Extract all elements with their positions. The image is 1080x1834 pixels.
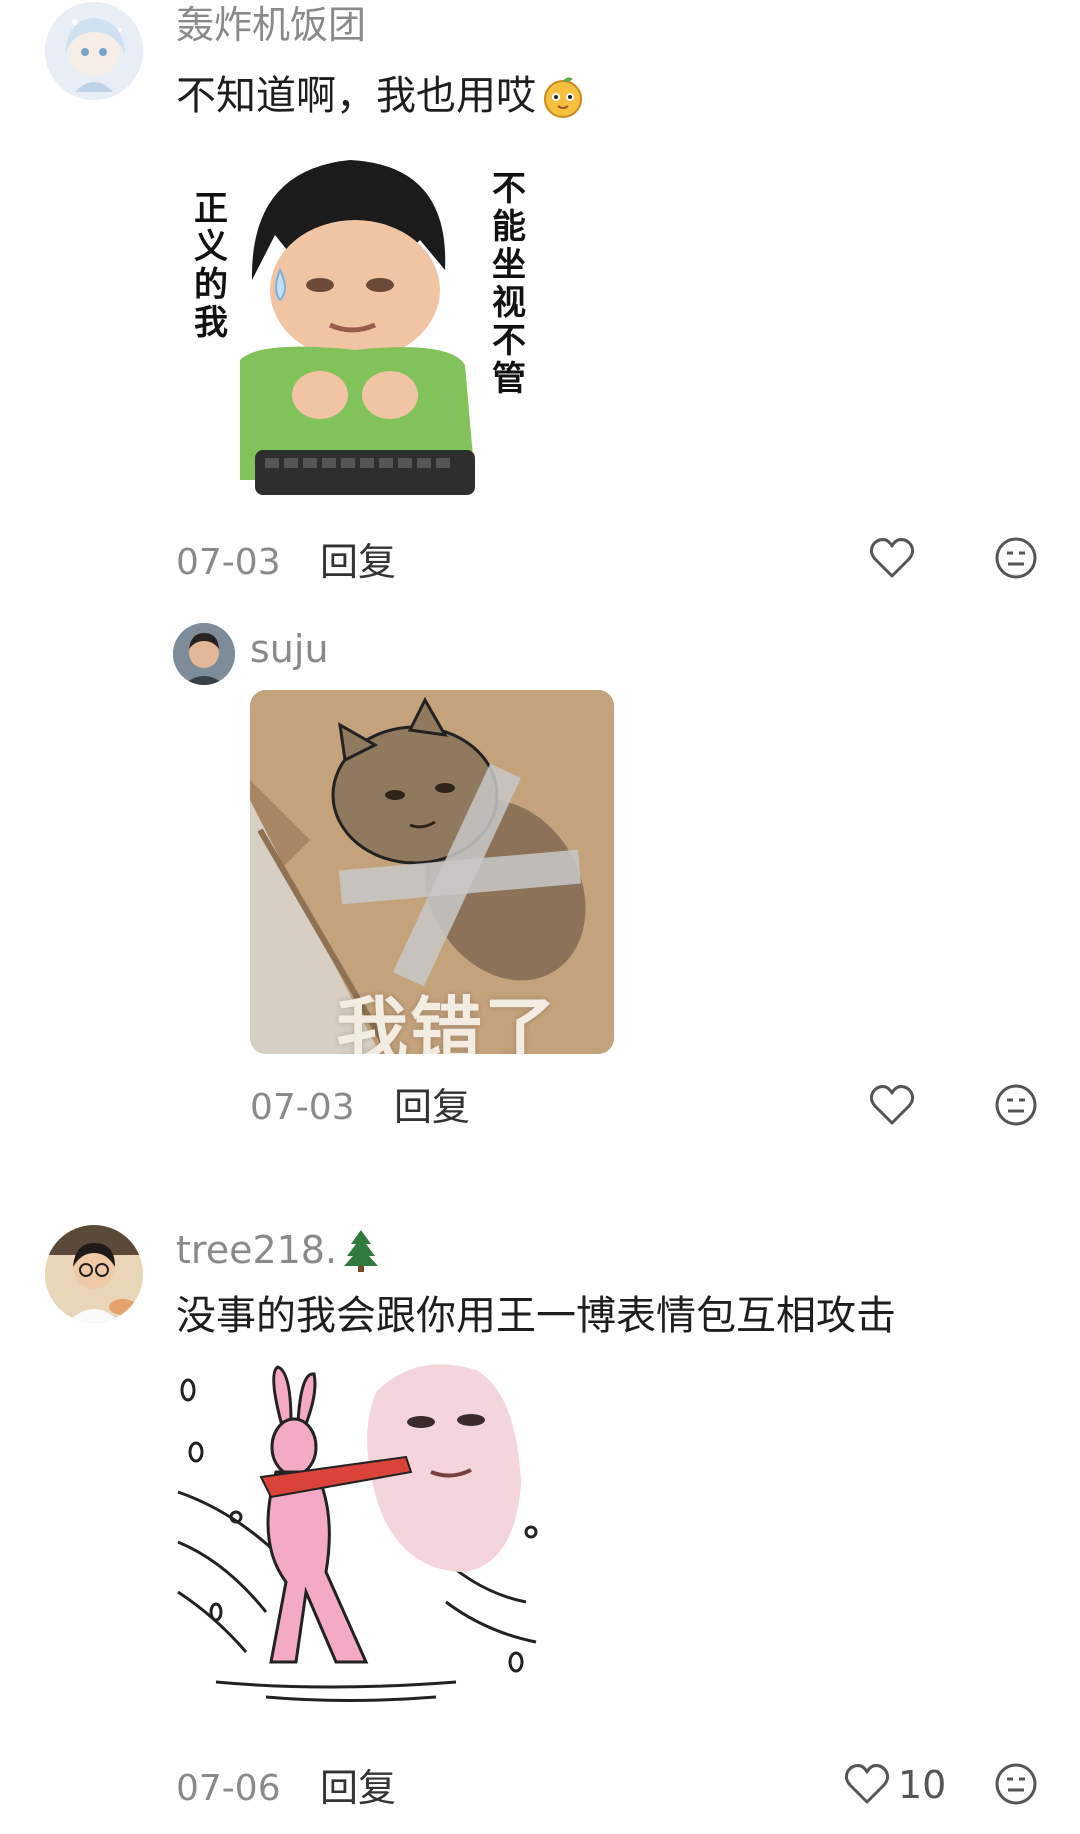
- comment-sticker[interactable]: [176, 1362, 546, 1712]
- comment-date: 07-06: [176, 1768, 281, 1809]
- reply-button[interactable]: 回复: [394, 1088, 470, 1126]
- comment-username[interactable]: 轰炸机饭团: [176, 6, 366, 44]
- comment-date: 07-03: [250, 1087, 355, 1128]
- comment-sticker[interactable]: 我错了: [250, 690, 614, 1054]
- comment-body: 不知道啊，我也用哎: [176, 72, 586, 120]
- reply-button[interactable]: 回复: [320, 1769, 396, 1807]
- heart-icon[interactable]: [843, 1762, 891, 1806]
- emoji-react-icon[interactable]: [994, 536, 1038, 580]
- comment-text: 不知道啊，我也用哎: [176, 73, 536, 119]
- tree-emoji-icon: [341, 1228, 381, 1272]
- comment-header: tree218.: [176, 1228, 381, 1272]
- heart-icon[interactable]: [868, 1083, 916, 1127]
- comment-sticker[interactable]: 正义的我 不能坐视不管: [180, 150, 540, 510]
- sticker-illustration: [240, 160, 475, 495]
- heart-icon[interactable]: [868, 536, 916, 580]
- orange-emoji-icon: [540, 73, 586, 119]
- like-count: 10: [898, 1763, 947, 1807]
- avatar[interactable]: [45, 2, 143, 100]
- sticker-caption-right: 不能坐视不管: [492, 169, 526, 400]
- avatar[interactable]: [45, 1225, 143, 1323]
- sticker-caption: 我错了: [336, 989, 559, 1054]
- avatar[interactable]: [173, 623, 235, 685]
- sticker-caption-left: 正义的我: [194, 189, 228, 344]
- sticker-illustration: [177, 1364, 538, 1702]
- reply-button[interactable]: 回复: [320, 543, 396, 581]
- comment-username[interactable]: suju: [250, 630, 329, 668]
- emoji-react-icon[interactable]: [994, 1083, 1038, 1127]
- emoji-react-icon[interactable]: [994, 1762, 1038, 1806]
- comment-date: 07-03: [176, 542, 281, 583]
- comment-username[interactable]: tree218.: [176, 1231, 337, 1269]
- comment-text: 没事的我会跟你用王一博表情包互相攻击: [176, 1293, 896, 1339]
